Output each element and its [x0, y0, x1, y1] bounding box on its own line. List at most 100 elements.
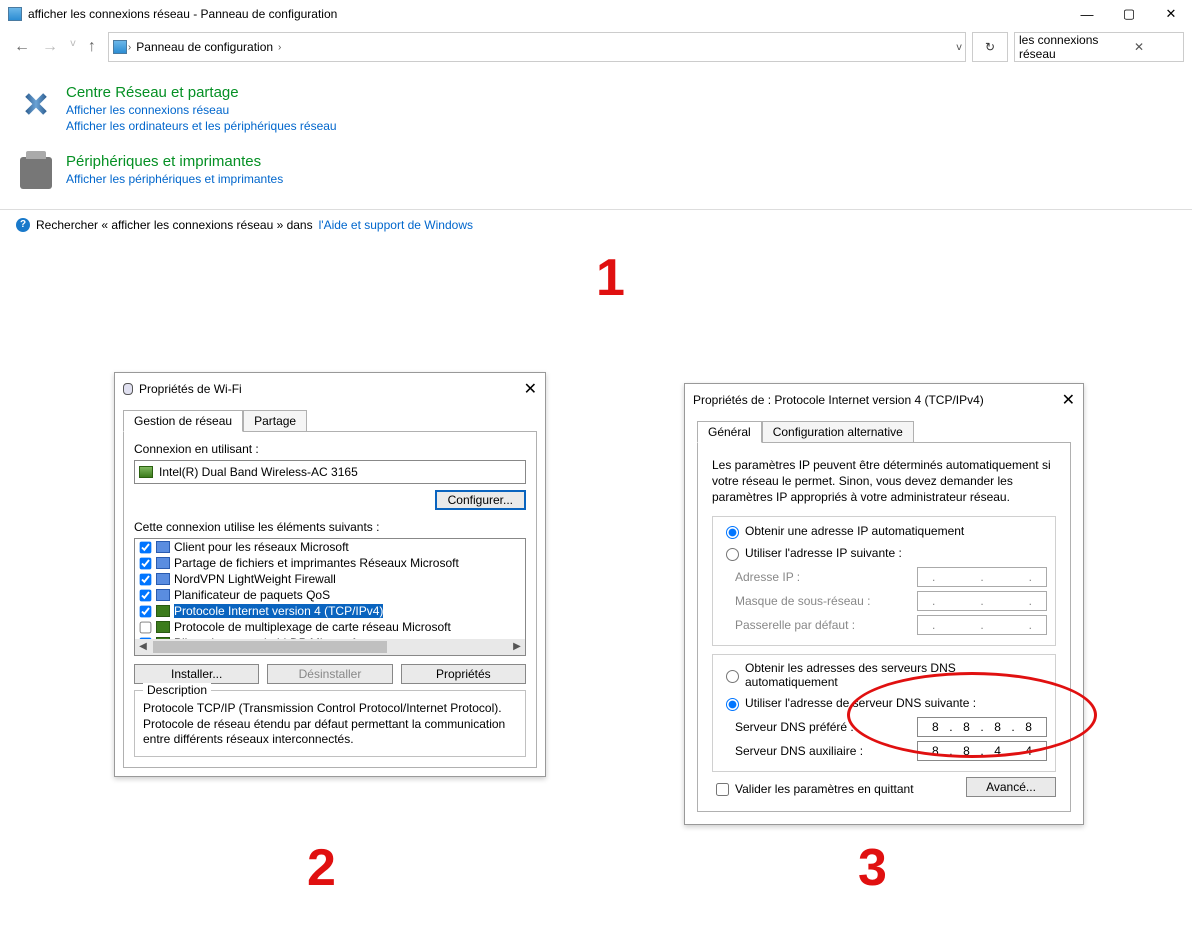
list-item[interactable]: Protocole Internet version 4 (TCP/IPv4): [135, 603, 525, 619]
wifi-properties-dialog: Propriétés de Wi-Fi ✕ Gestion de réseau …: [114, 372, 546, 777]
item-checkbox[interactable]: [140, 621, 152, 633]
item-checkbox[interactable]: [140, 573, 152, 585]
minimize-button[interactable]: —: [1066, 0, 1108, 28]
label-dns-manual: Utiliser l'adresse de serveur DNS suivan…: [745, 696, 976, 710]
tab-sharing[interactable]: Partage: [243, 410, 307, 432]
chevron-right-icon[interactable]: ›: [277, 42, 282, 53]
item-label: Partage de fichiers et imprimantes Résea…: [174, 556, 459, 570]
label-connection-using: Connexion en utilisant :: [134, 442, 526, 456]
item-checkbox[interactable]: [140, 541, 152, 553]
ipv4-properties-dialog: Propriétés de : Protocole Internet versi…: [684, 383, 1084, 825]
item-label: Protocole Internet version 4 (TCP/IPv4): [174, 604, 383, 618]
item-label: Planificateur de paquets QoS: [174, 588, 330, 602]
link-show-devices-printers[interactable]: Afficher les périphériques et imprimante…: [66, 172, 283, 186]
list-item[interactable]: NordVPN LightWeight Firewall: [135, 571, 525, 587]
adapter-field: Intel(R) Dual Band Wireless-AC 3165: [134, 460, 526, 484]
breadcrumb-label[interactable]: Panneau de configuration: [132, 40, 277, 54]
nav-up-button[interactable]: ↑: [88, 38, 96, 56]
label-dns-alternate: Serveur DNS auxiliaire :: [735, 744, 917, 758]
step-number-3: 3: [858, 838, 887, 898]
radio-ip-auto[interactable]: [726, 526, 739, 539]
protocol-icon: [156, 605, 170, 617]
nav-recent-button[interactable]: ⅴ: [70, 38, 76, 56]
close-button[interactable]: ✕: [1150, 0, 1192, 28]
item-checkbox[interactable]: [140, 605, 152, 617]
devices-printers-icon: [20, 157, 52, 189]
components-list[interactable]: Client pour les réseaux Microsoft Partage…: [134, 538, 526, 656]
result-title-network[interactable]: Centre Réseau et partage: [66, 84, 337, 101]
validate-checkbox[interactable]: [716, 783, 729, 796]
control-panel-icon: [8, 7, 22, 21]
divider: [0, 209, 1192, 210]
tab-alternative-config[interactable]: Configuration alternative: [762, 421, 914, 443]
list-item[interactable]: Client pour les réseaux Microsoft: [135, 539, 525, 555]
tab-network[interactable]: Gestion de réseau: [123, 410, 243, 432]
help-link[interactable]: l'Aide et support de Windows: [319, 218, 473, 232]
search-value: les connexions réseau: [1019, 33, 1099, 61]
navbar: ← → ⅴ ↑ › Panneau de configuration › ⅴ ↻…: [0, 28, 1192, 66]
properties-button[interactable]: Propriétés: [401, 664, 526, 684]
description-legend: Description: [143, 683, 211, 697]
microphone-icon: [123, 383, 133, 395]
breadcrumb[interactable]: › Panneau de configuration › ⅴ: [108, 32, 966, 62]
radio-ip-manual[interactable]: [726, 548, 739, 561]
step-number-1: 1: [596, 248, 625, 308]
result-title-devices[interactable]: Périphériques et imprimantes: [66, 153, 283, 170]
item-checkbox[interactable]: [140, 557, 152, 569]
link-show-devices-network[interactable]: Afficher les ordinateurs et les périphér…: [66, 119, 337, 133]
item-checkbox[interactable]: [140, 589, 152, 601]
window-title: afficher les connexions réseau - Panneau…: [28, 7, 1066, 21]
scroll-thumb[interactable]: [153, 641, 387, 653]
label-ip-manual: Utiliser l'adresse IP suivante :: [745, 546, 902, 560]
label-gateway: Passerelle par défaut :: [735, 618, 917, 632]
label-ip-auto: Obtenir une adresse IP automatiquement: [745, 524, 964, 538]
item-label: Protocole de multiplexage de carte résea…: [174, 620, 451, 634]
adapter-name: Intel(R) Dual Band Wireless-AC 3165: [159, 465, 358, 479]
list-item[interactable]: Planificateur de paquets QoS: [135, 587, 525, 603]
label-ip-address: Adresse IP :: [735, 570, 917, 584]
ipv4-dialog-title: Propriétés de : Protocole Internet versi…: [693, 393, 1062, 407]
clear-search-button[interactable]: ✕: [1099, 40, 1179, 54]
label-uses-items: Cette connexion utilise les éléments sui…: [134, 520, 526, 534]
nav-forward-button: →: [42, 38, 58, 56]
list-item[interactable]: Protocole de multiplexage de carte résea…: [135, 619, 525, 635]
subnet-field: ...: [917, 591, 1047, 611]
configure-button[interactable]: Configurer...: [435, 490, 526, 510]
step-number-2: 2: [307, 838, 336, 898]
gateway-field: ...: [917, 615, 1047, 635]
ipv4-description: Les paramètres IP peuvent être déterminé…: [712, 457, 1056, 506]
tab-general[interactable]: Général: [697, 421, 762, 443]
service-icon: [156, 573, 170, 585]
label-subnet: Masque de sous-réseau :: [735, 594, 917, 608]
uninstall-button: Désinstaller: [267, 664, 392, 684]
list-item[interactable]: Partage de fichiers et imprimantes Résea…: [135, 555, 525, 571]
scroll-left-button[interactable]: ◀: [135, 639, 151, 655]
close-ipv4-dialog-button[interactable]: ✕: [1062, 390, 1075, 410]
ip-address-group: Obtenir une adresse IP automatiquement U…: [712, 516, 1056, 646]
description-text: Protocole TCP/IP (Transmission Control P…: [143, 701, 517, 748]
label-validate: Valider les paramètres en quittant: [735, 782, 914, 796]
horizontal-scrollbar[interactable]: ◀ ▶: [135, 639, 525, 655]
maximize-button[interactable]: ▢: [1108, 0, 1150, 28]
item-label: NordVPN LightWeight Firewall: [174, 572, 336, 586]
chevron-down-icon[interactable]: ⅴ: [955, 42, 963, 53]
scroll-right-button[interactable]: ▶: [509, 639, 525, 655]
radio-dns-manual[interactable]: [726, 698, 739, 711]
link-show-connections[interactable]: Afficher les connexions réseau: [66, 103, 337, 117]
advanced-button[interactable]: Avancé...: [966, 777, 1056, 797]
dns-preferred-field[interactable]: 8. 8. 8. 8: [917, 717, 1047, 737]
network-sharing-icon: [18, 86, 54, 122]
install-button[interactable]: Installer...: [134, 664, 259, 684]
radio-dns-auto[interactable]: [726, 670, 739, 683]
item-label: Client pour les réseaux Microsoft: [174, 540, 349, 554]
help-icon: ?: [16, 218, 30, 232]
dns-alternate-field[interactable]: 8. 8. 4. 4: [917, 741, 1047, 761]
search-input[interactable]: les connexions réseau ✕: [1014, 32, 1184, 62]
close-wifi-dialog-button[interactable]: ✕: [524, 379, 537, 399]
breadcrumb-icon: [113, 40, 127, 54]
service-icon: [156, 541, 170, 553]
refresh-button[interactable]: ↻: [972, 32, 1008, 62]
titlebar: afficher les connexions réseau - Panneau…: [0, 0, 1192, 28]
nav-back-button[interactable]: ←: [14, 38, 30, 56]
label-dns-auto: Obtenir les adresses des serveurs DNS au…: [745, 661, 1047, 689]
